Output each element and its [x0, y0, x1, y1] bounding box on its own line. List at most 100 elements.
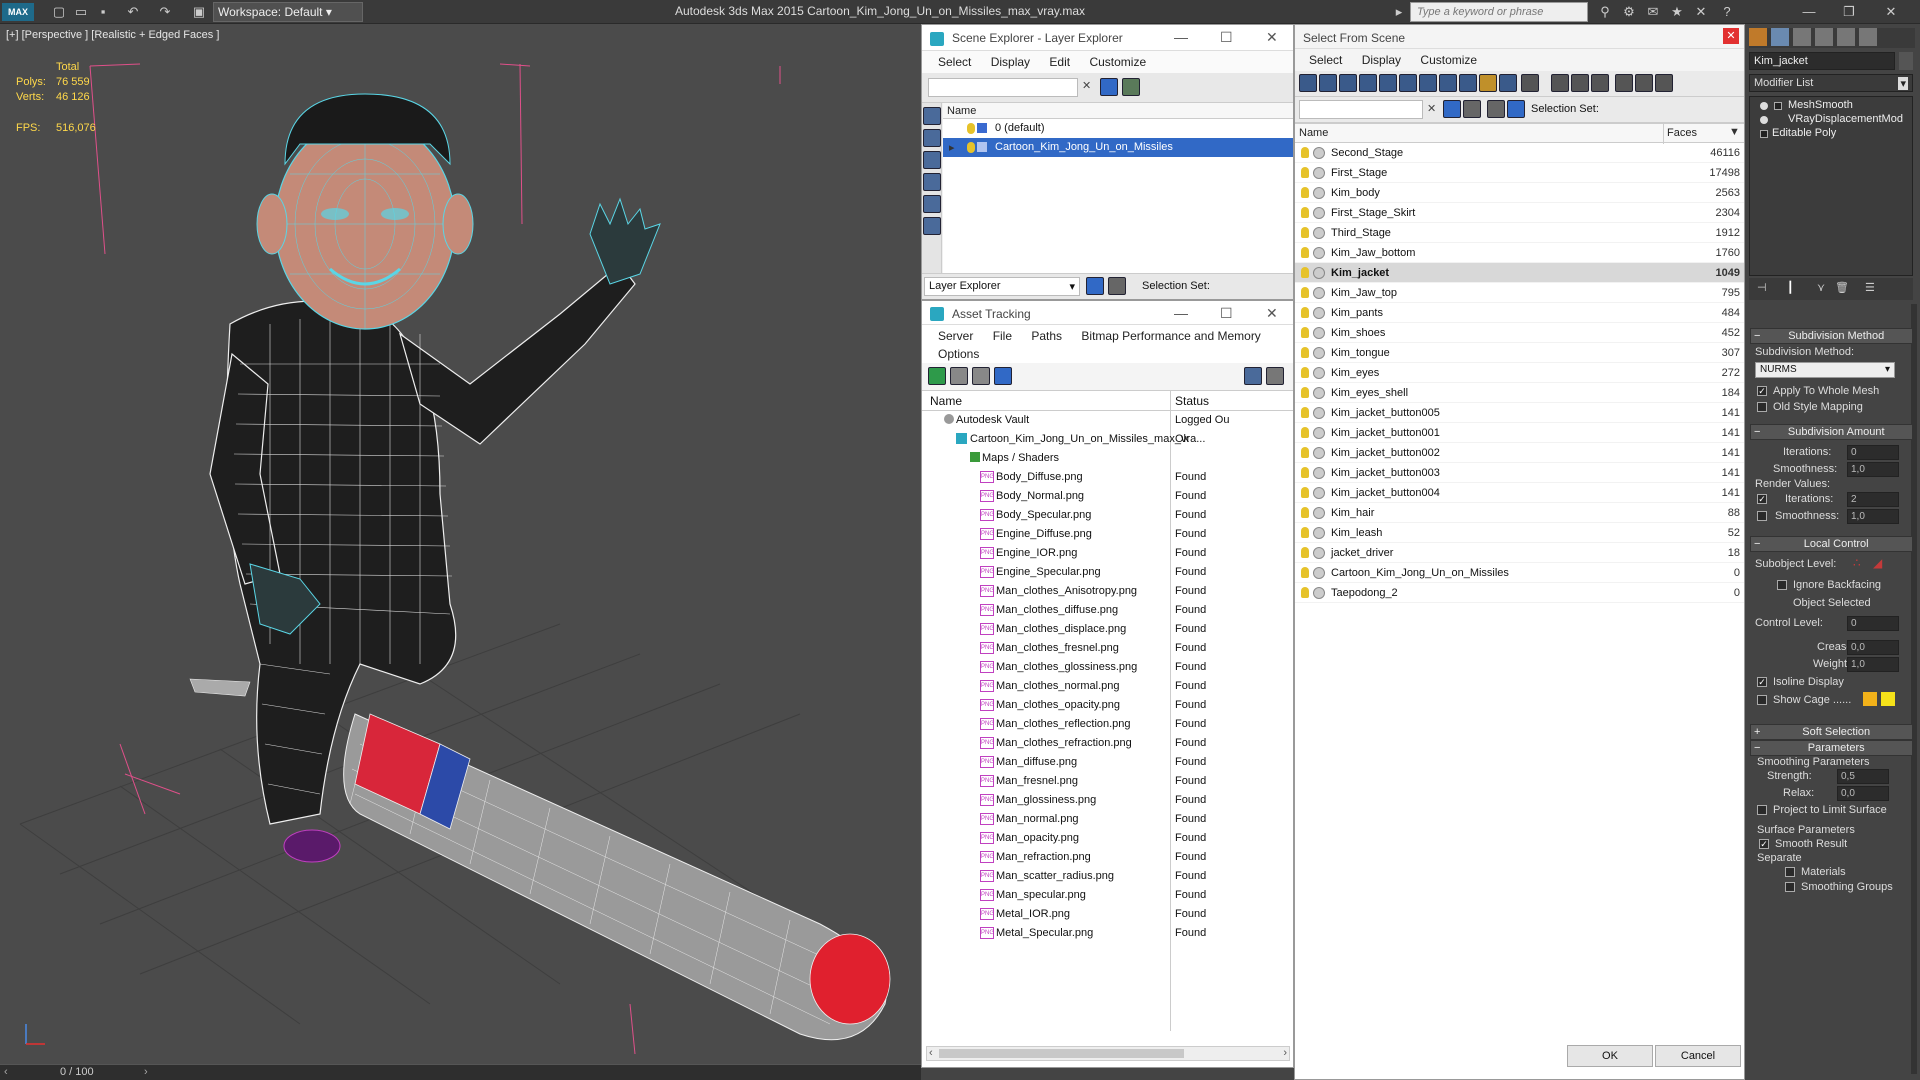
- redo-icon[interactable]: ↷: [156, 3, 174, 21]
- search-arrow-icon[interactable]: ▸: [1390, 3, 1408, 21]
- perspective-viewport[interactable]: [+] [Perspective ] [Realistic + Edged Fa…: [0, 24, 921, 1068]
- save-icon[interactable]: ▪: [94, 3, 112, 21]
- find-input[interactable]: [928, 78, 1078, 97]
- object-row[interactable]: First_Stage_Skirt 2304: [1295, 203, 1744, 223]
- layer-name-header[interactable]: Name: [943, 103, 1293, 119]
- object-row[interactable]: Kim_jacket_button002 141: [1295, 443, 1744, 463]
- bulb-icon[interactable]: [1301, 207, 1309, 218]
- prev-frame-icon[interactable]: ‹: [4, 1066, 8, 1078]
- control-level-spinner[interactable]: 0: [1847, 616, 1899, 631]
- filter-frozen-icon[interactable]: [1499, 74, 1517, 92]
- filter-hidden-icon[interactable]: [1521, 74, 1539, 92]
- motion-tab-icon[interactable]: [1815, 28, 1833, 46]
- bulb-icon[interactable]: [1301, 467, 1309, 478]
- stack-item-editable-poly[interactable]: Editable Poly: [1752, 127, 1910, 141]
- display-shapes-icon[interactable]: [923, 129, 941, 147]
- rollout-subdivision-method[interactable]: − Subdivision Method: [1750, 328, 1913, 344]
- modify-tab-icon[interactable]: [1771, 28, 1789, 46]
- asset-tracking-titlebar[interactable]: Asset Tracking — ☐ ✕: [922, 301, 1293, 325]
- close-app-icon[interactable]: ✕: [1882, 3, 1900, 21]
- object-row[interactable]: Second_Stage 46116: [1295, 143, 1744, 163]
- menu-options[interactable]: Options: [938, 347, 979, 361]
- object-row[interactable]: Cartoon_Kim_Jong_Un_on_Missiles 0: [1295, 563, 1744, 583]
- bulb-icon[interactable]: [1301, 387, 1309, 398]
- bulb-icon[interactable]: [1301, 327, 1309, 338]
- bulb-icon[interactable]: [1301, 407, 1309, 418]
- next-frame-icon[interactable]: ›: [144, 1066, 148, 1078]
- columns-icon[interactable]: [1655, 74, 1673, 92]
- minimize-icon[interactable]: —: [1174, 305, 1188, 321]
- asset-row[interactable]: PNG Body_Normal.png Found: [922, 487, 1293, 506]
- asset-row[interactable]: PNG Man_clothes_displace.png Found: [922, 620, 1293, 639]
- minimize-icon[interactable]: —: [1800, 3, 1818, 21]
- filter-bones-icon[interactable]: [1459, 74, 1477, 92]
- configure-modifier-icon[interactable]: ☰: [1865, 281, 1875, 294]
- filter-shapes-icon[interactable]: [1319, 74, 1337, 92]
- sort-icon[interactable]: [1635, 74, 1653, 92]
- select-from-scene-titlebar[interactable]: Select From Scene ✕: [1295, 25, 1744, 49]
- subscription-icon[interactable]: ⚙: [1620, 3, 1638, 21]
- find-input[interactable]: [1299, 100, 1423, 119]
- menu-bitmap-performance[interactable]: Bitmap Performance and Memory: [1081, 329, 1260, 343]
- bulb-icon[interactable]: [1301, 347, 1309, 358]
- asset-row[interactable]: PNG Man_specular.png Found: [922, 886, 1293, 905]
- cage-color-swatch[interactable]: [1863, 692, 1877, 706]
- object-row[interactable]: Kim_jacket_button001 141: [1295, 423, 1744, 443]
- maximize-icon[interactable]: ☐: [1220, 29, 1233, 46]
- display-geometry-icon[interactable]: [923, 107, 941, 125]
- search-input[interactable]: Type a keyword or phrase: [1410, 2, 1588, 22]
- vertex-mode-icon[interactable]: ∴: [1853, 556, 1867, 570]
- asset-row[interactable]: PNG Body_Specular.png Found: [922, 506, 1293, 525]
- menu-customize[interactable]: Customize: [1420, 53, 1477, 67]
- restore-icon[interactable]: ❐: [1840, 3, 1858, 21]
- detail-view-icon[interactable]: [972, 367, 990, 385]
- asset-row[interactable]: Maps / Shaders: [922, 449, 1293, 468]
- filter-icon[interactable]: [1443, 100, 1461, 118]
- ok-button[interactable]: OK: [1567, 1045, 1653, 1067]
- help-icon[interactable]: [1244, 367, 1262, 385]
- clear-icon[interactable]: ✕: [1427, 102, 1436, 115]
- menu-select[interactable]: Select: [938, 55, 971, 69]
- rollout-local-control[interactable]: − Local Control: [1750, 536, 1913, 552]
- stack-item-vraydisplacement[interactable]: VRayDisplacementMod: [1752, 113, 1910, 127]
- subdivision-method-dropdown[interactable]: NURMS ▾: [1755, 362, 1895, 378]
- bulb-icon[interactable]: [1301, 567, 1309, 578]
- bulb-icon[interactable]: [1301, 227, 1309, 238]
- asset-row[interactable]: PNG Man_clothes_fresnel.png Found: [922, 639, 1293, 658]
- hierarchy-icon[interactable]: [1507, 100, 1525, 118]
- favorites-icon[interactable]: ★: [1668, 3, 1686, 21]
- layer-explorer-icon[interactable]: [1086, 277, 1104, 295]
- asset-row[interactable]: PNG Man_glossiness.png Found: [922, 791, 1293, 810]
- help-icon[interactable]: ?: [1718, 3, 1736, 21]
- filter-groups-icon[interactable]: [1419, 74, 1437, 92]
- menu-display[interactable]: Display: [991, 55, 1030, 69]
- asset-row[interactable]: PNG Man_clothes_glossiness.png Found: [922, 658, 1293, 677]
- hierarchy-tab-icon[interactable]: [1793, 28, 1811, 46]
- sort-desc-icon[interactable]: ▼: [1729, 126, 1740, 138]
- cage-selection-color-swatch[interactable]: [1881, 692, 1895, 706]
- col-name[interactable]: Name: [1299, 127, 1328, 139]
- asset-row[interactable]: PNG Man_normal.png Found: [922, 810, 1293, 829]
- menu-server[interactable]: Server: [938, 329, 973, 343]
- bulb-icon[interactable]: [967, 142, 975, 153]
- asset-row[interactable]: PNG Metal_IOR.png Found: [922, 905, 1293, 924]
- weight-spinner[interactable]: 1,0: [1847, 657, 1899, 672]
- object-row[interactable]: Kim_pants 484: [1295, 303, 1744, 323]
- bulb-icon[interactable]: [1301, 487, 1309, 498]
- relax-spinner[interactable]: 0,0: [1837, 786, 1889, 801]
- asset-row[interactable]: PNG Engine_Diffuse.png Found: [922, 525, 1293, 544]
- filter-funnel-icon[interactable]: [1615, 74, 1633, 92]
- asset-row[interactable]: PNG Man_clothes_Anisotropy.png Found: [922, 582, 1293, 601]
- expand-icon[interactable]: [1774, 102, 1782, 110]
- filter-cameras-icon[interactable]: [1359, 74, 1377, 92]
- old-style-mapping-checkbox[interactable]: [1757, 402, 1767, 412]
- explorer-type-dropdown[interactable]: Layer Explorer ▾: [924, 277, 1080, 296]
- object-row[interactable]: Kim_eyes 272: [1295, 363, 1744, 383]
- object-color-swatch[interactable]: [1899, 52, 1913, 70]
- menu-paths[interactable]: Paths: [1031, 329, 1062, 343]
- show-cage-checkbox[interactable]: [1757, 695, 1767, 705]
- bulb-icon[interactable]: [1760, 116, 1768, 124]
- asset-row[interactable]: PNG Man_clothes_reflection.png Found: [922, 715, 1293, 734]
- layer-toggle-icon[interactable]: [1463, 100, 1481, 118]
- table-view-icon[interactable]: [994, 367, 1012, 385]
